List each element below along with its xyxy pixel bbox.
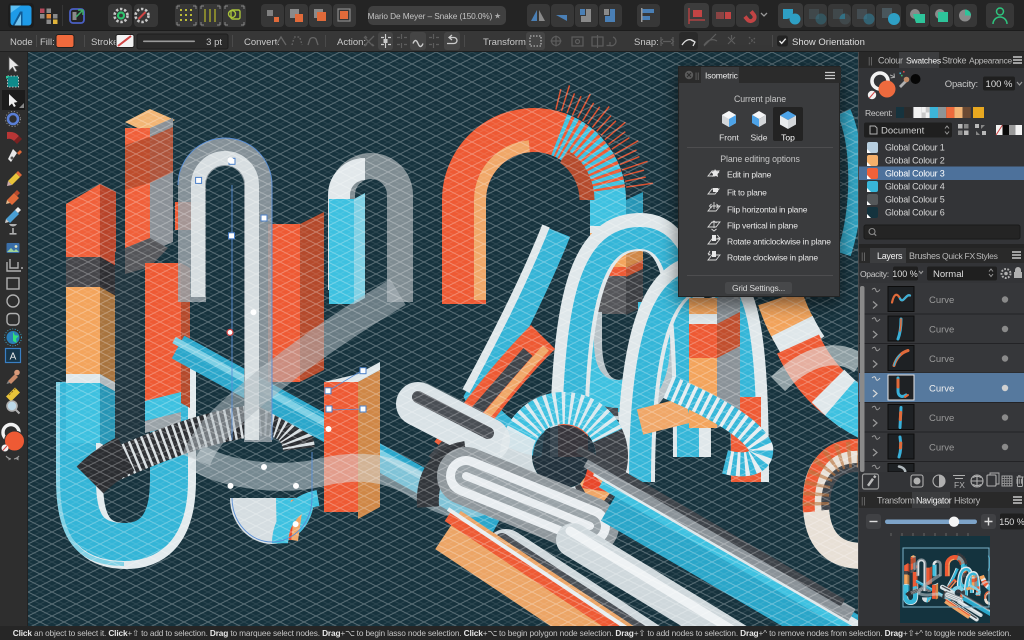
svg-text:Layers: Layers bbox=[877, 251, 903, 261]
svg-text:Curve: Curve bbox=[929, 384, 954, 395]
svg-text:Current plane: Current plane bbox=[734, 94, 786, 104]
svg-text:Navigator: Navigator bbox=[916, 496, 952, 506]
svg-text:3 pt: 3 pt bbox=[206, 37, 222, 48]
svg-text:Global Colour 1: Global Colour 1 bbox=[885, 143, 945, 153]
svg-text:A: A bbox=[10, 352, 17, 363]
svg-text:Node: Node bbox=[10, 37, 33, 48]
svg-text:Front: Front bbox=[719, 133, 739, 143]
svg-text:History: History bbox=[954, 496, 981, 506]
svg-text:Recent:: Recent: bbox=[865, 108, 893, 118]
svg-text:||: || bbox=[868, 56, 873, 66]
svg-text:Convert:: Convert: bbox=[244, 37, 280, 48]
svg-text:Mario De Meyer – Snake (150.0%: Mario De Meyer – Snake (150.0%) bbox=[368, 11, 493, 21]
svg-text:Quick FX: Quick FX bbox=[942, 251, 976, 261]
svg-text:★: ★ bbox=[494, 12, 501, 21]
svg-text:Stroke: Stroke bbox=[942, 56, 967, 66]
svg-text:150 %: 150 % bbox=[999, 517, 1024, 527]
svg-text:Global Colour 5: Global Colour 5 bbox=[885, 195, 945, 205]
svg-text:Styles: Styles bbox=[976, 251, 998, 261]
svg-text:Opacity:: Opacity: bbox=[860, 269, 889, 279]
svg-text:Curve: Curve bbox=[929, 443, 954, 454]
svg-text:Snap:: Snap: bbox=[634, 37, 659, 48]
svg-text:Show Orientation: Show Orientation bbox=[792, 37, 865, 48]
svg-text:Rotate clockwise in plane: Rotate clockwise in plane bbox=[727, 253, 818, 263]
svg-text:Flip horizontal in plane: Flip horizontal in plane bbox=[727, 205, 808, 215]
svg-text:FX: FX bbox=[954, 480, 965, 490]
svg-text:Side: Side bbox=[750, 133, 767, 143]
svg-text:||: || bbox=[861, 251, 866, 261]
svg-text:Fit to plane: Fit to plane bbox=[727, 188, 767, 198]
svg-text:Plane editing options: Plane editing options bbox=[720, 154, 800, 164]
svg-text:Action:: Action: bbox=[337, 37, 366, 48]
svg-text:Flip vertical in plane: Flip vertical in plane bbox=[727, 221, 798, 231]
svg-text:Stroke: Stroke bbox=[91, 37, 118, 48]
svg-text:Normal: Normal bbox=[933, 269, 964, 280]
svg-text:Curve: Curve bbox=[929, 325, 954, 336]
svg-text:Isometric: Isometric bbox=[705, 71, 739, 81]
svg-text:Brushes: Brushes bbox=[909, 251, 941, 261]
svg-text:Swatches: Swatches bbox=[906, 56, 941, 66]
svg-text:||: || bbox=[695, 72, 699, 81]
svg-text:100 %: 100 % bbox=[892, 269, 918, 279]
svg-text:Grid Settings...: Grid Settings... bbox=[732, 283, 785, 293]
svg-text:Rotate anticlockwise in plane: Rotate anticlockwise in plane bbox=[727, 237, 831, 247]
svg-text:Opacity:: Opacity: bbox=[945, 79, 978, 90]
svg-text:Transform: Transform bbox=[877, 496, 915, 506]
svg-text:Curve: Curve bbox=[929, 413, 954, 424]
svg-text:Document: Document bbox=[881, 126, 925, 137]
svg-text:Transform:: Transform: bbox=[483, 37, 529, 48]
svg-text:Top: Top bbox=[781, 133, 795, 143]
svg-text:100 %: 100 % bbox=[986, 79, 1013, 90]
svg-text:Global Colour 3: Global Colour 3 bbox=[885, 169, 945, 179]
svg-text:Colour: Colour bbox=[878, 56, 903, 66]
svg-text:Edit in plane: Edit in plane bbox=[727, 170, 772, 180]
svg-text:Curve: Curve bbox=[929, 354, 954, 365]
svg-text:Appearance: Appearance bbox=[969, 56, 1012, 66]
svg-text:||: || bbox=[861, 496, 866, 506]
svg-text:Fill:: Fill: bbox=[40, 37, 55, 48]
svg-text:Global Colour 6: Global Colour 6 bbox=[885, 208, 945, 218]
svg-text:Global Colour 2: Global Colour 2 bbox=[885, 156, 945, 166]
svg-text:Curve: Curve bbox=[929, 295, 954, 306]
svg-text:Global Colour 4: Global Colour 4 bbox=[885, 182, 945, 192]
